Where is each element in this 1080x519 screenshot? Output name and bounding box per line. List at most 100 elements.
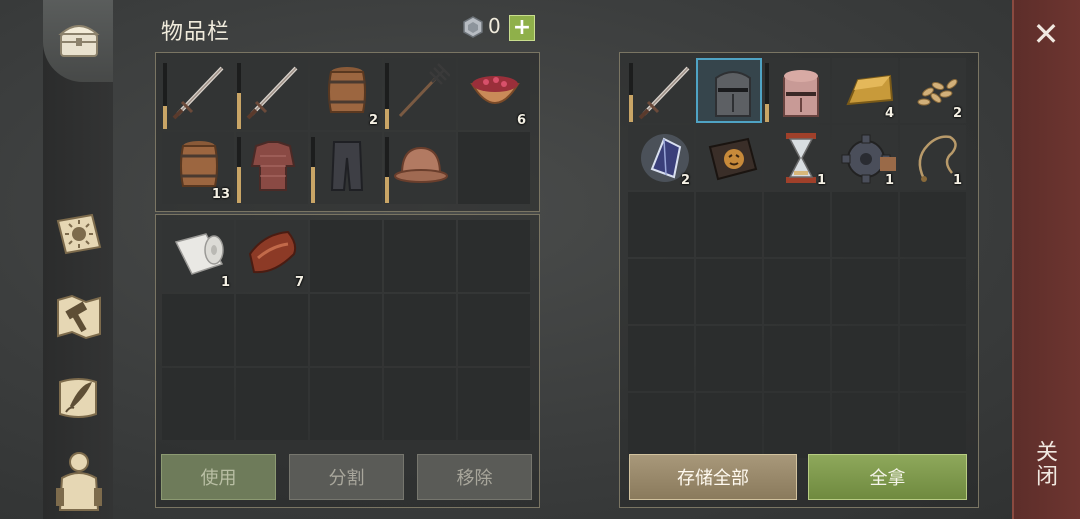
durability-bar — [311, 137, 315, 203]
storage-slot-empty[interactable] — [628, 393, 694, 458]
storage-slot-recipe-book[interactable] — [696, 125, 762, 190]
equipment-slot-barrel[interactable]: 13 — [162, 132, 234, 204]
storage-slot-rope[interactable]: 1 — [900, 125, 966, 190]
item-quantity: 6 — [516, 113, 526, 128]
bag-slot-empty[interactable] — [458, 294, 530, 366]
close-label[interactable]: 关闭 — [1032, 440, 1060, 488]
raw-meat-icon — [248, 230, 297, 274]
chainmail-icon — [250, 141, 296, 191]
storage-slot-empty[interactable] — [696, 326, 762, 391]
equipment-slot-pants[interactable] — [310, 132, 382, 204]
close-icon[interactable]: ✕ — [1030, 15, 1062, 53]
knight-helmet-icon — [715, 71, 751, 117]
storage-slot-empty[interactable] — [628, 192, 694, 257]
bag-slot-cloth-roll[interactable]: 1 — [162, 220, 234, 292]
durability-fill — [765, 104, 769, 122]
storage-slot-empty[interactable] — [900, 393, 966, 458]
storage-slot-empty[interactable] — [628, 259, 694, 324]
equipment-slot-sword[interactable] — [162, 58, 234, 130]
character-icon[interactable] — [52, 448, 106, 514]
bag-slot-empty[interactable] — [310, 220, 382, 292]
pants-icon — [330, 141, 364, 191]
bag-grid: 17 — [162, 220, 530, 440]
remove-button[interactable]: 移除 — [417, 454, 532, 500]
storage-slot-empty[interactable] — [832, 192, 898, 257]
sun-book-icon[interactable] — [52, 207, 106, 261]
take-all-button[interactable]: 全拿 — [808, 454, 967, 500]
berry-bowl-icon — [470, 76, 520, 104]
recipe-book-icon — [708, 137, 758, 181]
item-quantity: 2 — [952, 106, 962, 121]
item-quantity: 4 — [884, 106, 894, 121]
storage-slot-empty[interactable] — [832, 393, 898, 458]
bag-slot-empty[interactable] — [236, 294, 308, 366]
storage-slot-seeds[interactable]: 2 — [900, 58, 966, 123]
durability-bar — [237, 63, 241, 129]
page-title: 物品栏 — [161, 20, 231, 45]
storage-slot-empty[interactable] — [832, 259, 898, 324]
storage-slot-crystal[interactable]: 2 — [628, 125, 694, 190]
bag-slot-empty[interactable] — [162, 368, 234, 440]
storage-slot-hourglass[interactable]: 1 — [764, 125, 830, 190]
durability-bar — [385, 63, 389, 129]
storage-slot-knight-helmet-rusty[interactable] — [764, 58, 830, 123]
storage-slot-empty[interactable] — [764, 326, 830, 391]
storage-slot-empty[interactable] — [764, 259, 830, 324]
storage-slot-sword[interactable] — [628, 58, 694, 123]
bag-slot-empty[interactable] — [458, 220, 530, 292]
bag-slot-empty[interactable] — [384, 220, 456, 292]
item-quantity: 2 — [680, 173, 690, 188]
bag-slot-raw-meat[interactable]: 7 — [236, 220, 308, 292]
durability-fill — [311, 166, 315, 203]
durability-fill — [385, 176, 389, 203]
storage-slot-empty[interactable] — [832, 326, 898, 391]
durability-fill — [385, 109, 389, 129]
knight-helmet-rusty-icon — [783, 70, 819, 117]
sword-icon — [172, 66, 224, 120]
durability-fill — [629, 95, 633, 122]
bag-slot-empty[interactable] — [384, 368, 456, 440]
equipment-slot-pitchfork[interactable] — [384, 58, 456, 130]
chest-icon — [52, 12, 106, 66]
split-button[interactable]: 分割 — [289, 454, 404, 500]
storage-slot-knight-helmet[interactable] — [696, 58, 762, 123]
add-currency-button[interactable]: + — [509, 15, 535, 41]
durability-fill — [237, 92, 241, 129]
hammer-map-icon[interactable] — [52, 290, 106, 344]
storage-slot-empty[interactable] — [696, 192, 762, 257]
storage-slot-empty[interactable] — [900, 192, 966, 257]
storage-slot-empty[interactable] — [764, 393, 830, 458]
bag-slot-empty[interactable] — [162, 294, 234, 366]
equipment-slot-helmet[interactable] — [384, 132, 456, 204]
storage-slot-empty[interactable] — [764, 192, 830, 257]
scroll-quill-icon[interactable] — [52, 370, 106, 424]
storage-slot-empty[interactable] — [696, 259, 762, 324]
use-button[interactable]: 使用 — [161, 454, 276, 500]
currency-value: 0 — [488, 14, 501, 38]
bag-slot-empty[interactable] — [310, 294, 382, 366]
storage-slot-empty[interactable] — [900, 326, 966, 391]
item-quantity: 1 — [952, 173, 962, 188]
bag-slot-empty[interactable] — [236, 368, 308, 440]
sword-icon — [638, 66, 690, 120]
storage-slot-gold-bar[interactable]: 4 — [832, 58, 898, 123]
storage-slot-gear[interactable]: 1 — [832, 125, 898, 190]
storage-slot-empty[interactable] — [696, 393, 762, 458]
barrel-icon — [180, 141, 218, 187]
gem-currency-icon — [463, 16, 483, 38]
store-all-button[interactable]: 存储全部 — [629, 454, 797, 500]
equipment-slot-sword[interactable] — [236, 58, 308, 130]
bag-slot-empty[interactable] — [310, 368, 382, 440]
durability-bar — [385, 137, 389, 203]
equipment-slot-berry-bowl[interactable]: 6 — [458, 58, 530, 130]
bag-slot-empty[interactable] — [458, 368, 530, 440]
storage-slot-empty[interactable] — [628, 326, 694, 391]
storage-slot-empty[interactable] — [900, 259, 966, 324]
bag-slot-empty[interactable] — [384, 294, 456, 366]
equipment-slot-empty[interactable] — [458, 132, 530, 204]
durability-fill — [237, 166, 241, 203]
equipment-slot-chainmail[interactable] — [236, 132, 308, 204]
equipment-slot-barrel[interactable]: 2 — [310, 58, 382, 130]
pitchfork-icon — [398, 63, 450, 118]
item-quantity: 1 — [884, 173, 894, 188]
